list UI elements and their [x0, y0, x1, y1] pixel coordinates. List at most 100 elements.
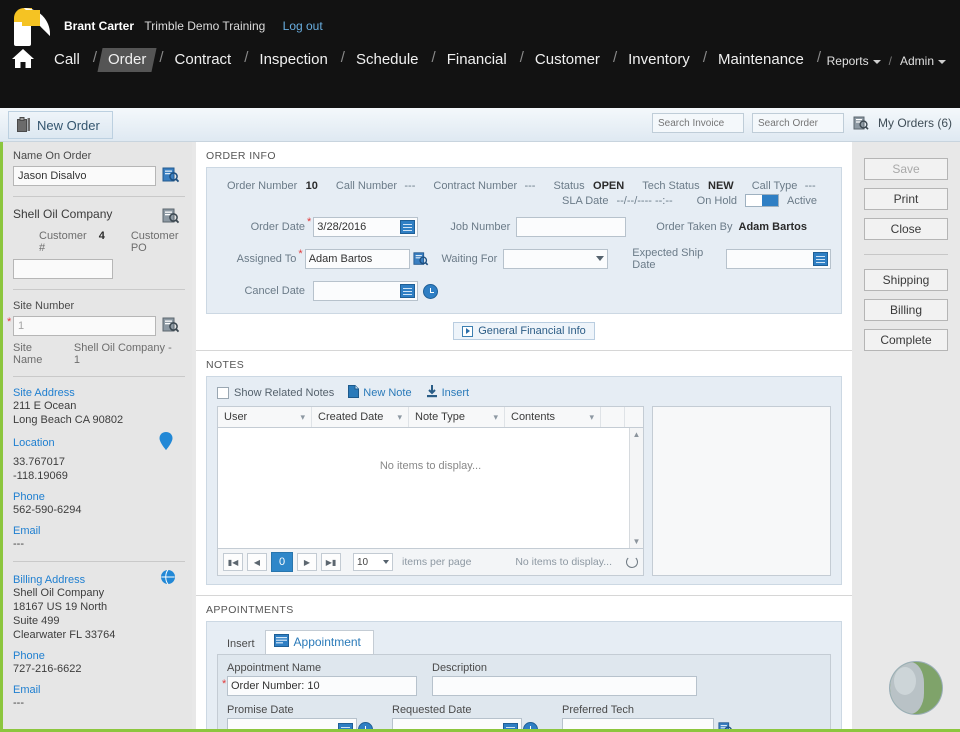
print-button[interactable]: Print: [864, 188, 948, 210]
waiting-for-input[interactable]: [503, 249, 609, 269]
nav-item-maintenance[interactable]: Maintenance: [710, 48, 812, 72]
nav-item-customer[interactable]: Customer: [527, 48, 608, 72]
site-phone-value: 562-590-6294: [13, 504, 82, 516]
reports-menu[interactable]: Reports: [827, 54, 881, 68]
new-order-button[interactable]: New Order: [8, 111, 113, 139]
site-address-label[interactable]: Site Address: [13, 387, 180, 399]
nav-item-financial[interactable]: Financial: [439, 48, 515, 72]
admin-menu[interactable]: Admin: [900, 54, 946, 68]
notes-vertical-scrollbar[interactable]: ▲ ▼: [629, 428, 643, 548]
customer-po-input[interactable]: [13, 259, 113, 279]
globe-icon[interactable]: [160, 569, 176, 588]
company-lookup-icon[interactable]: [162, 207, 180, 228]
search-order-input[interactable]: [751, 113, 844, 133]
order-info-title: ORDER INFO: [206, 150, 276, 162]
customer-number-label: Customer #: [39, 230, 87, 254]
billing-line4: Clearwater FL 33764: [13, 629, 116, 641]
appointment-icon: [273, 634, 289, 650]
required-marker: *: [298, 248, 303, 260]
pager-prev-button[interactable]: ◀: [247, 553, 267, 571]
my-orders-link[interactable]: My Orders (6): [878, 116, 952, 130]
order-number-value: 10: [305, 180, 318, 192]
notes-pager: ▮◀ ◀ 0 ▶ ▶▮ 10 items per page No items t…: [218, 548, 643, 575]
nav-item-inventory[interactable]: Inventory: [620, 48, 698, 72]
order-info-section: ORDER INFO Order Number 10 Call Number -…: [196, 142, 852, 351]
billing-email-label[interactable]: Email: [13, 684, 180, 696]
nav-separator: /: [92, 49, 98, 66]
nav-item-schedule[interactable]: Schedule: [348, 48, 427, 72]
pager-current-page[interactable]: 0: [271, 552, 293, 572]
waiting-for-label: Waiting For: [441, 253, 498, 265]
column-header-note-type[interactable]: Note Type ▾: [409, 407, 505, 427]
assistant-orb-button[interactable]: [890, 662, 942, 714]
assigned-to-input[interactable]: [304, 249, 410, 269]
calendar-icon[interactable]: [400, 220, 416, 234]
on-hold-toggle[interactable]: [745, 194, 780, 207]
close-button[interactable]: Close: [864, 218, 948, 240]
site-address-line2: Long Beach CA 90802: [13, 414, 124, 426]
site-lookup-icon[interactable]: [162, 316, 180, 337]
billing-button[interactable]: Billing: [864, 299, 948, 321]
notes-grid-body: No items to display... ▲ ▼: [218, 428, 643, 548]
site-phone-label[interactable]: Phone: [13, 491, 180, 503]
location-label[interactable]: Location: [13, 437, 55, 449]
job-number-input[interactable]: [516, 217, 627, 237]
scroll-down-icon[interactable]: ▼: [630, 537, 643, 546]
logout-link[interactable]: Log out: [283, 19, 323, 33]
search-invoice-input[interactable]: [651, 113, 744, 133]
name-on-order-input[interactable]: [13, 166, 156, 186]
nav-item-order[interactable]: Order: [97, 48, 157, 72]
pager-next-button[interactable]: ▶: [297, 553, 317, 571]
tab-appointment[interactable]: Appointment: [264, 630, 374, 654]
description-input[interactable]: [432, 676, 697, 696]
appointment-name-input[interactable]: [227, 676, 417, 696]
billing-address-label[interactable]: Billing Address: [13, 574, 85, 586]
nav-item-contract[interactable]: Contract: [167, 48, 240, 72]
shipping-button[interactable]: Shipping: [864, 269, 948, 291]
expand-icon: [462, 325, 474, 337]
notes-panel: Show Related Notes New Note Insert User …: [206, 376, 842, 585]
chevron-down-icon[interactable]: [596, 256, 605, 261]
general-financial-info-button[interactable]: General Financial Info: [453, 322, 595, 340]
column-header-user[interactable]: User ▾: [218, 407, 312, 427]
chevron-down-icon: ▾: [493, 411, 498, 422]
note-preview-pane[interactable]: [652, 406, 831, 576]
page-size-select[interactable]: 10: [353, 553, 393, 571]
complete-button[interactable]: Complete: [864, 329, 948, 351]
site-email-label[interactable]: Email: [13, 525, 180, 537]
new-note-button[interactable]: New Note: [348, 385, 412, 401]
assigned-to-label: Assigned To: [236, 253, 297, 265]
save-button[interactable]: Save: [864, 158, 948, 180]
site-number-input[interactable]: [13, 316, 156, 336]
pager-last-button[interactable]: ▶▮: [321, 553, 341, 571]
assigned-to-lookup-icon[interactable]: [413, 251, 429, 267]
nav-separator: /: [159, 49, 164, 66]
map-pin-icon[interactable]: [158, 431, 174, 454]
name-lookup-icon[interactable]: [162, 166, 180, 187]
sidebar-divider: [13, 196, 185, 197]
order-number-label: Order Number: [227, 180, 298, 192]
refresh-icon[interactable]: [626, 556, 638, 568]
order-lookup-icon[interactable]: [853, 115, 869, 131]
nav-item-inspection[interactable]: Inspection: [251, 48, 335, 72]
scroll-up-icon[interactable]: ▲: [630, 430, 643, 439]
cancel-date-label: Cancel Date: [244, 285, 305, 297]
pager-first-button[interactable]: ▮◀: [223, 553, 243, 571]
main-navigation: Call / Order / Contract / Inspection / S…: [10, 48, 950, 72]
billing-phone-label[interactable]: Phone: [13, 650, 180, 662]
customer-po-label: Customer PO: [130, 230, 179, 254]
nav-item-call[interactable]: Call: [46, 48, 88, 72]
clock-icon[interactable]: [423, 283, 438, 299]
insert-button[interactable]: Insert: [426, 385, 469, 401]
tech-status-label: Tech Status: [642, 180, 700, 192]
sidebar-divider: [13, 289, 185, 290]
items-per-page-label: items per page: [402, 556, 472, 568]
tab-insert[interactable]: Insert: [217, 634, 265, 654]
column-header-contents[interactable]: Contents ▾: [505, 407, 601, 427]
calendar-icon[interactable]: [813, 252, 828, 266]
calendar-icon[interactable]: [400, 284, 415, 298]
name-on-order-row: [13, 166, 180, 186]
show-related-notes-checkbox[interactable]: Show Related Notes: [217, 387, 334, 400]
column-header-created-date[interactable]: Created Date ▾: [312, 407, 409, 427]
home-icon[interactable]: [10, 46, 36, 72]
